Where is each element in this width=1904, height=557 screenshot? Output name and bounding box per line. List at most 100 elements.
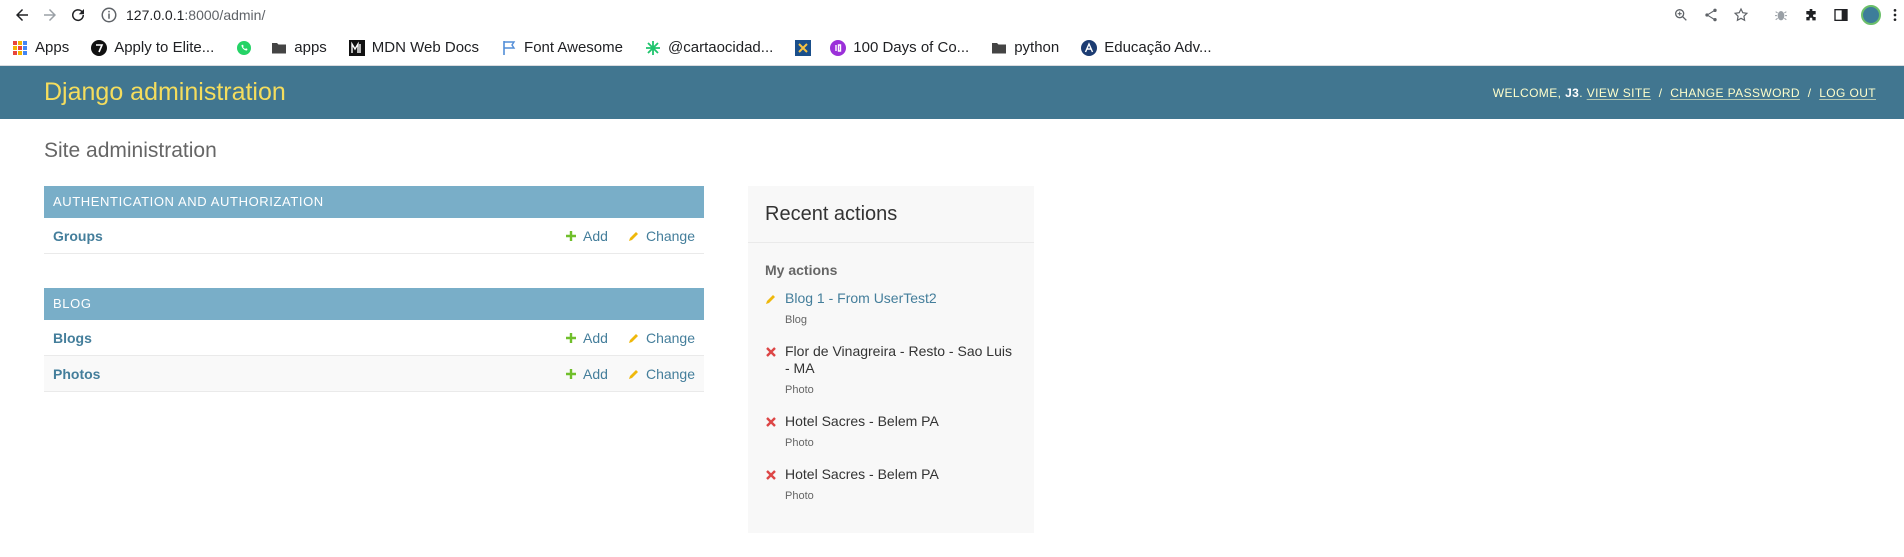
url-path: :8000/admin/ <box>184 7 266 23</box>
welcome-text: WELCOME, <box>1492 85 1566 100</box>
address-bar[interactable]: 127.0.0.1:8000/admin/ <box>100 2 265 28</box>
profile-avatar[interactable] <box>1856 0 1886 30</box>
action-content-type: Photo <box>785 437 814 449</box>
add-label: Add <box>583 329 608 346</box>
change-groups-link[interactable]: Change <box>628 228 695 244</box>
browser-menu-icon[interactable] <box>1886 0 1904 30</box>
bookmark-label: MDN Web Docs <box>371 39 480 56</box>
view-site-link[interactable]: VIEW SITE <box>1587 86 1651 100</box>
django-header: Django administration WELCOME, J3. VIEW … <box>0 66 1904 119</box>
username: J3 <box>1565 85 1580 100</box>
action-object-text: Flor de Vinagreira - Resto - Sao Luis - … <box>785 343 1012 376</box>
reload-icon[interactable] <box>64 1 92 29</box>
action-item: Flor de Vinagreira - Resto - Sao Luis - … <box>765 343 1017 399</box>
log-out-link[interactable]: LOG OUT <box>1819 86 1876 100</box>
page-title: Site administration <box>44 139 217 162</box>
separator: / <box>1807 85 1812 100</box>
zoom-icon[interactable] <box>1666 0 1696 30</box>
model-link-photos[interactable]: Photos <box>53 366 545 382</box>
back-arrow-icon[interactable] <box>8 1 36 29</box>
apps-grid-icon <box>12 40 28 56</box>
model-link-blogs[interactable]: Blogs <box>53 330 545 346</box>
change-label: Change <box>645 227 695 244</box>
folder-icon <box>991 40 1007 56</box>
action-item: Blog 1 - From UserTest2 Blog <box>765 290 1017 329</box>
change-label: Change <box>645 365 695 382</box>
change-password-link[interactable]: CHANGE PASSWORD <box>1670 86 1800 100</box>
delete-x-icon <box>765 346 777 358</box>
bug-extension-icon[interactable] <box>1766 0 1796 30</box>
change-blogs-link[interactable]: Change <box>628 330 695 346</box>
separator: / <box>1658 85 1663 100</box>
action-item: Hotel Sacres - Belem PA Photo <box>765 466 1017 505</box>
pencil-icon <box>628 368 640 380</box>
pencil-icon <box>765 293 777 305</box>
bookmark-label: Font Awesome <box>524 39 623 56</box>
whatsapp-icon <box>236 40 252 56</box>
bookmark-100-days[interactable]: 100 Days of Co... <box>830 39 969 56</box>
site-favicon-icon <box>1081 39 1098 56</box>
flag-icon <box>501 40 517 56</box>
forward-arrow-icon[interactable] <box>36 1 64 29</box>
bookmark-cartaocidad[interactable]: @cartaocidad... <box>645 39 773 56</box>
bookmark-font-awesome[interactable]: Font Awesome <box>501 39 623 56</box>
add-photos-link[interactable]: Add <box>565 366 608 382</box>
bookmark-label: Apply to Elite... <box>114 39 215 56</box>
bookmark-folder-python[interactable]: python <box>991 39 1059 56</box>
action-object-link[interactable]: Blog 1 - From UserTest2 <box>785 290 937 306</box>
action-object-text: Hotel Sacres - Belem PA <box>785 413 939 429</box>
bookmark-label: Apps <box>35 39 70 56</box>
add-blogs-link[interactable]: Add <box>565 330 608 346</box>
bookmark-apply-elite[interactable]: Apply to Elite... <box>91 39 214 56</box>
pencil-icon <box>628 332 640 344</box>
spark-icon <box>645 40 661 56</box>
bookmark-whatsapp[interactable] <box>236 40 259 56</box>
user-tools: WELCOME, J3. VIEW SITE / CHANGE PASSWORD… <box>1492 85 1876 100</box>
browser-toolbar: 127.0.0.1:8000/admin/ <box>0 0 1904 30</box>
delete-x-icon <box>765 469 777 481</box>
action-content-type: Blog <box>785 314 808 326</box>
bookmark-label: apps <box>294 39 327 56</box>
site-favicon-icon <box>795 39 812 56</box>
site-info-icon[interactable] <box>100 6 118 24</box>
module-blog: Blog Blogs Add Change Photos <box>44 288 704 392</box>
plus-icon <box>565 332 577 344</box>
my-actions-heading: My actions <box>765 262 838 278</box>
delete-x-icon <box>765 416 777 428</box>
bookmark-educacao[interactable]: Educação Adv... <box>1081 39 1212 56</box>
module-caption[interactable]: Authentication and Authorization <box>44 186 704 218</box>
change-photos-link[interactable]: Change <box>628 366 695 382</box>
url-host: 127.0.0.1 <box>126 7 185 23</box>
bookmark-star-icon[interactable] <box>1726 0 1756 30</box>
action-content-type: Photo <box>785 490 814 502</box>
action-content-type: Photo <box>785 384 814 396</box>
side-panel-icon[interactable] <box>1826 0 1856 30</box>
bookmark-apps[interactable]: Apps <box>12 39 69 56</box>
module-caption[interactable]: Blog <box>44 288 704 320</box>
model-link-groups[interactable]: Groups <box>53 228 545 244</box>
folder-icon <box>271 40 287 56</box>
site-branding[interactable]: Django administration <box>44 78 286 107</box>
model-row-photos: Photos Add Change <box>44 356 704 392</box>
model-row-groups: Groups Add Change <box>44 218 704 254</box>
plus-icon <box>565 368 577 380</box>
mdn-icon <box>348 39 365 56</box>
add-label: Add <box>583 365 608 382</box>
bookmark-folder-apps[interactable]: apps <box>271 39 327 56</box>
recent-actions-panel: Recent actions My actions Blog 1 - From … <box>748 186 1034 533</box>
bookmark-mdn[interactable]: MDN Web Docs <box>348 39 480 56</box>
add-groups-link[interactable]: Add <box>565 228 608 244</box>
share-icon[interactable] <box>1696 0 1726 30</box>
bookmark-label: python <box>1014 39 1060 56</box>
add-label: Add <box>583 227 608 244</box>
bookmark-site-x[interactable] <box>795 39 818 56</box>
extensions-puzzle-icon[interactable] <box>1796 0 1826 30</box>
action-object-text: Hotel Sacres - Belem PA <box>785 466 939 482</box>
bookmark-label: @cartaocidad... <box>668 39 774 56</box>
model-row-blogs: Blogs Add Change <box>44 320 704 356</box>
site-favicon-icon <box>91 39 108 56</box>
content: Site administration Authentication and A… <box>0 119 1904 553</box>
bookmark-label: Educação Adv... <box>1104 39 1212 56</box>
bookmark-label: 100 Days of Co... <box>853 39 970 56</box>
plus-icon <box>565 230 577 242</box>
